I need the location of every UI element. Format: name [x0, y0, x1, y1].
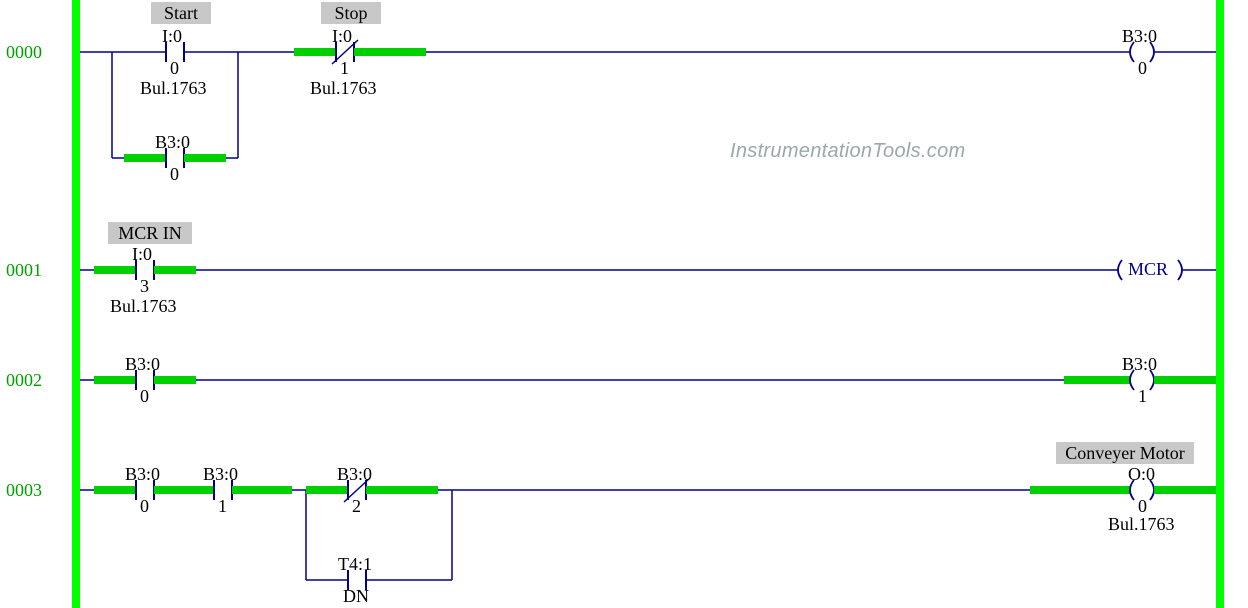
rung-number: 0001 [6, 260, 42, 281]
instruction-addr: I:0 [162, 26, 182, 47]
coil-addr: B3:0 [1122, 26, 1157, 47]
instruction-addr: T4:1 [338, 554, 372, 575]
rung-number: 0002 [6, 370, 42, 391]
instruction-bit: 3 [140, 276, 149, 297]
mcr-coil-label: MCR [1128, 259, 1168, 280]
coil-desc: Conveyer Motor [1056, 442, 1194, 464]
instruction-addr: I:0 [132, 244, 152, 265]
instruction-addr: B3:0 [155, 132, 190, 153]
instruction-addr: I:0 [332, 26, 352, 47]
rung-number: 0000 [6, 42, 42, 63]
instruction-desc: Stop [321, 2, 381, 24]
rung-number: 0003 [6, 480, 42, 501]
coil-addr: B3:0 [1122, 354, 1157, 375]
instruction-device: Bul.1763 [310, 78, 377, 99]
instruction-addr: B3:0 [203, 464, 238, 485]
instruction-device: Bul.1763 [110, 296, 177, 317]
instruction-bit: 0 [140, 496, 149, 517]
coil-bit: 0 [1138, 58, 1147, 79]
instruction-bit: 0 [170, 164, 179, 185]
instruction-addr: B3:0 [125, 464, 160, 485]
instruction-desc: Start [151, 2, 211, 24]
left-rail [72, 0, 80, 608]
instruction-bit: DN [343, 586, 369, 607]
coil-device: Bul.1763 [1108, 514, 1175, 535]
instruction-desc: MCR IN [108, 222, 192, 244]
instruction-addr: B3:0 [125, 354, 160, 375]
coil-addr: O:0 [1128, 464, 1155, 485]
instruction-bit: 0 [140, 386, 149, 407]
instruction-bit: 0 [170, 58, 179, 79]
instruction-device: Bul.1763 [140, 78, 207, 99]
instruction-addr: B3:0 [337, 464, 372, 485]
right-rail [1216, 0, 1224, 608]
instruction-bit: 1 [218, 496, 227, 517]
instruction-bit: 1 [340, 58, 349, 79]
watermark: InstrumentationTools.com [730, 140, 965, 163]
coil-bit: 1 [1138, 386, 1147, 407]
instruction-bit: 2 [352, 496, 361, 517]
